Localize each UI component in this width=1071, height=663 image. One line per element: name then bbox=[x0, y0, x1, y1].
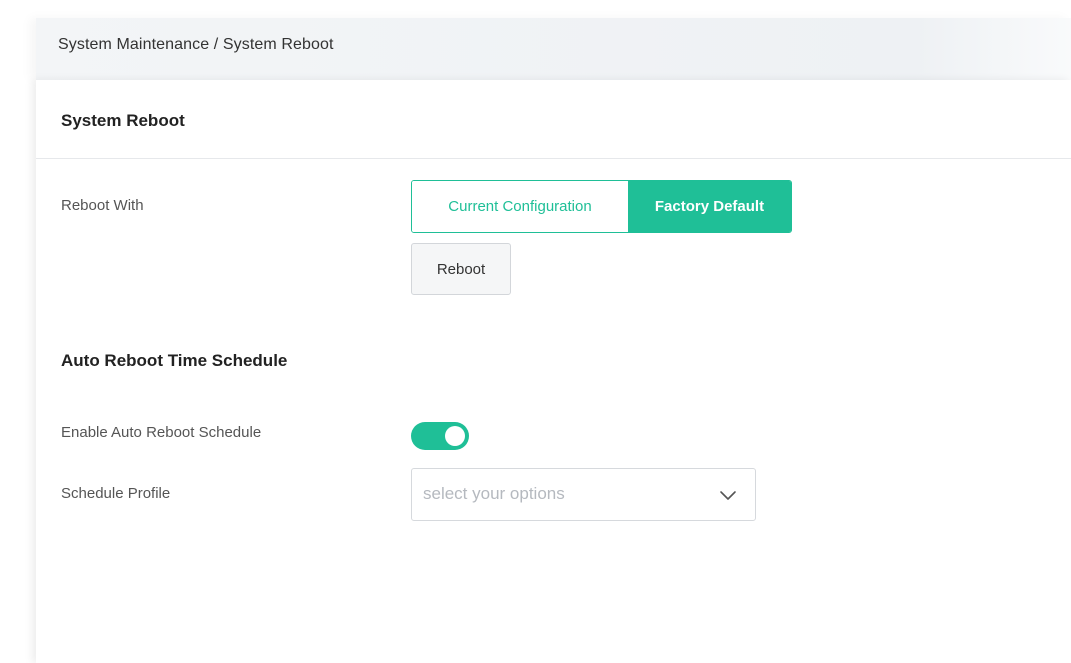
schedule-profile-select[interactable]: select your options bbox=[411, 468, 756, 521]
reboot-button[interactable]: Reboot bbox=[411, 243, 511, 295]
enable-auto-reboot-label: Enable Auto Reboot Schedule bbox=[61, 424, 262, 441]
auto-reboot-section-title: Auto Reboot Time Schedule bbox=[61, 351, 288, 370]
panel-divider bbox=[36, 158, 1071, 159]
reboot-mode-selector: Current Configuration Factory Default bbox=[411, 180, 792, 233]
toggle-knob bbox=[445, 426, 465, 446]
enable-auto-reboot-toggle[interactable] bbox=[411, 422, 469, 450]
reboot-with-label: Reboot With bbox=[61, 197, 144, 214]
chevron-down-icon bbox=[720, 491, 736, 500]
system-reboot-panel bbox=[36, 80, 1071, 663]
factory-default-option[interactable]: Factory Default bbox=[628, 181, 791, 232]
current-configuration-option[interactable]: Current Configuration bbox=[412, 181, 628, 232]
page-canvas: System Maintenance / System Reboot Syste… bbox=[0, 0, 1071, 663]
breadcrumb: System Maintenance / System Reboot bbox=[58, 36, 334, 53]
schedule-profile-label: Schedule Profile bbox=[61, 485, 171, 502]
schedule-profile-placeholder: select your options bbox=[423, 484, 565, 503]
panel-title: System Reboot bbox=[61, 111, 185, 130]
